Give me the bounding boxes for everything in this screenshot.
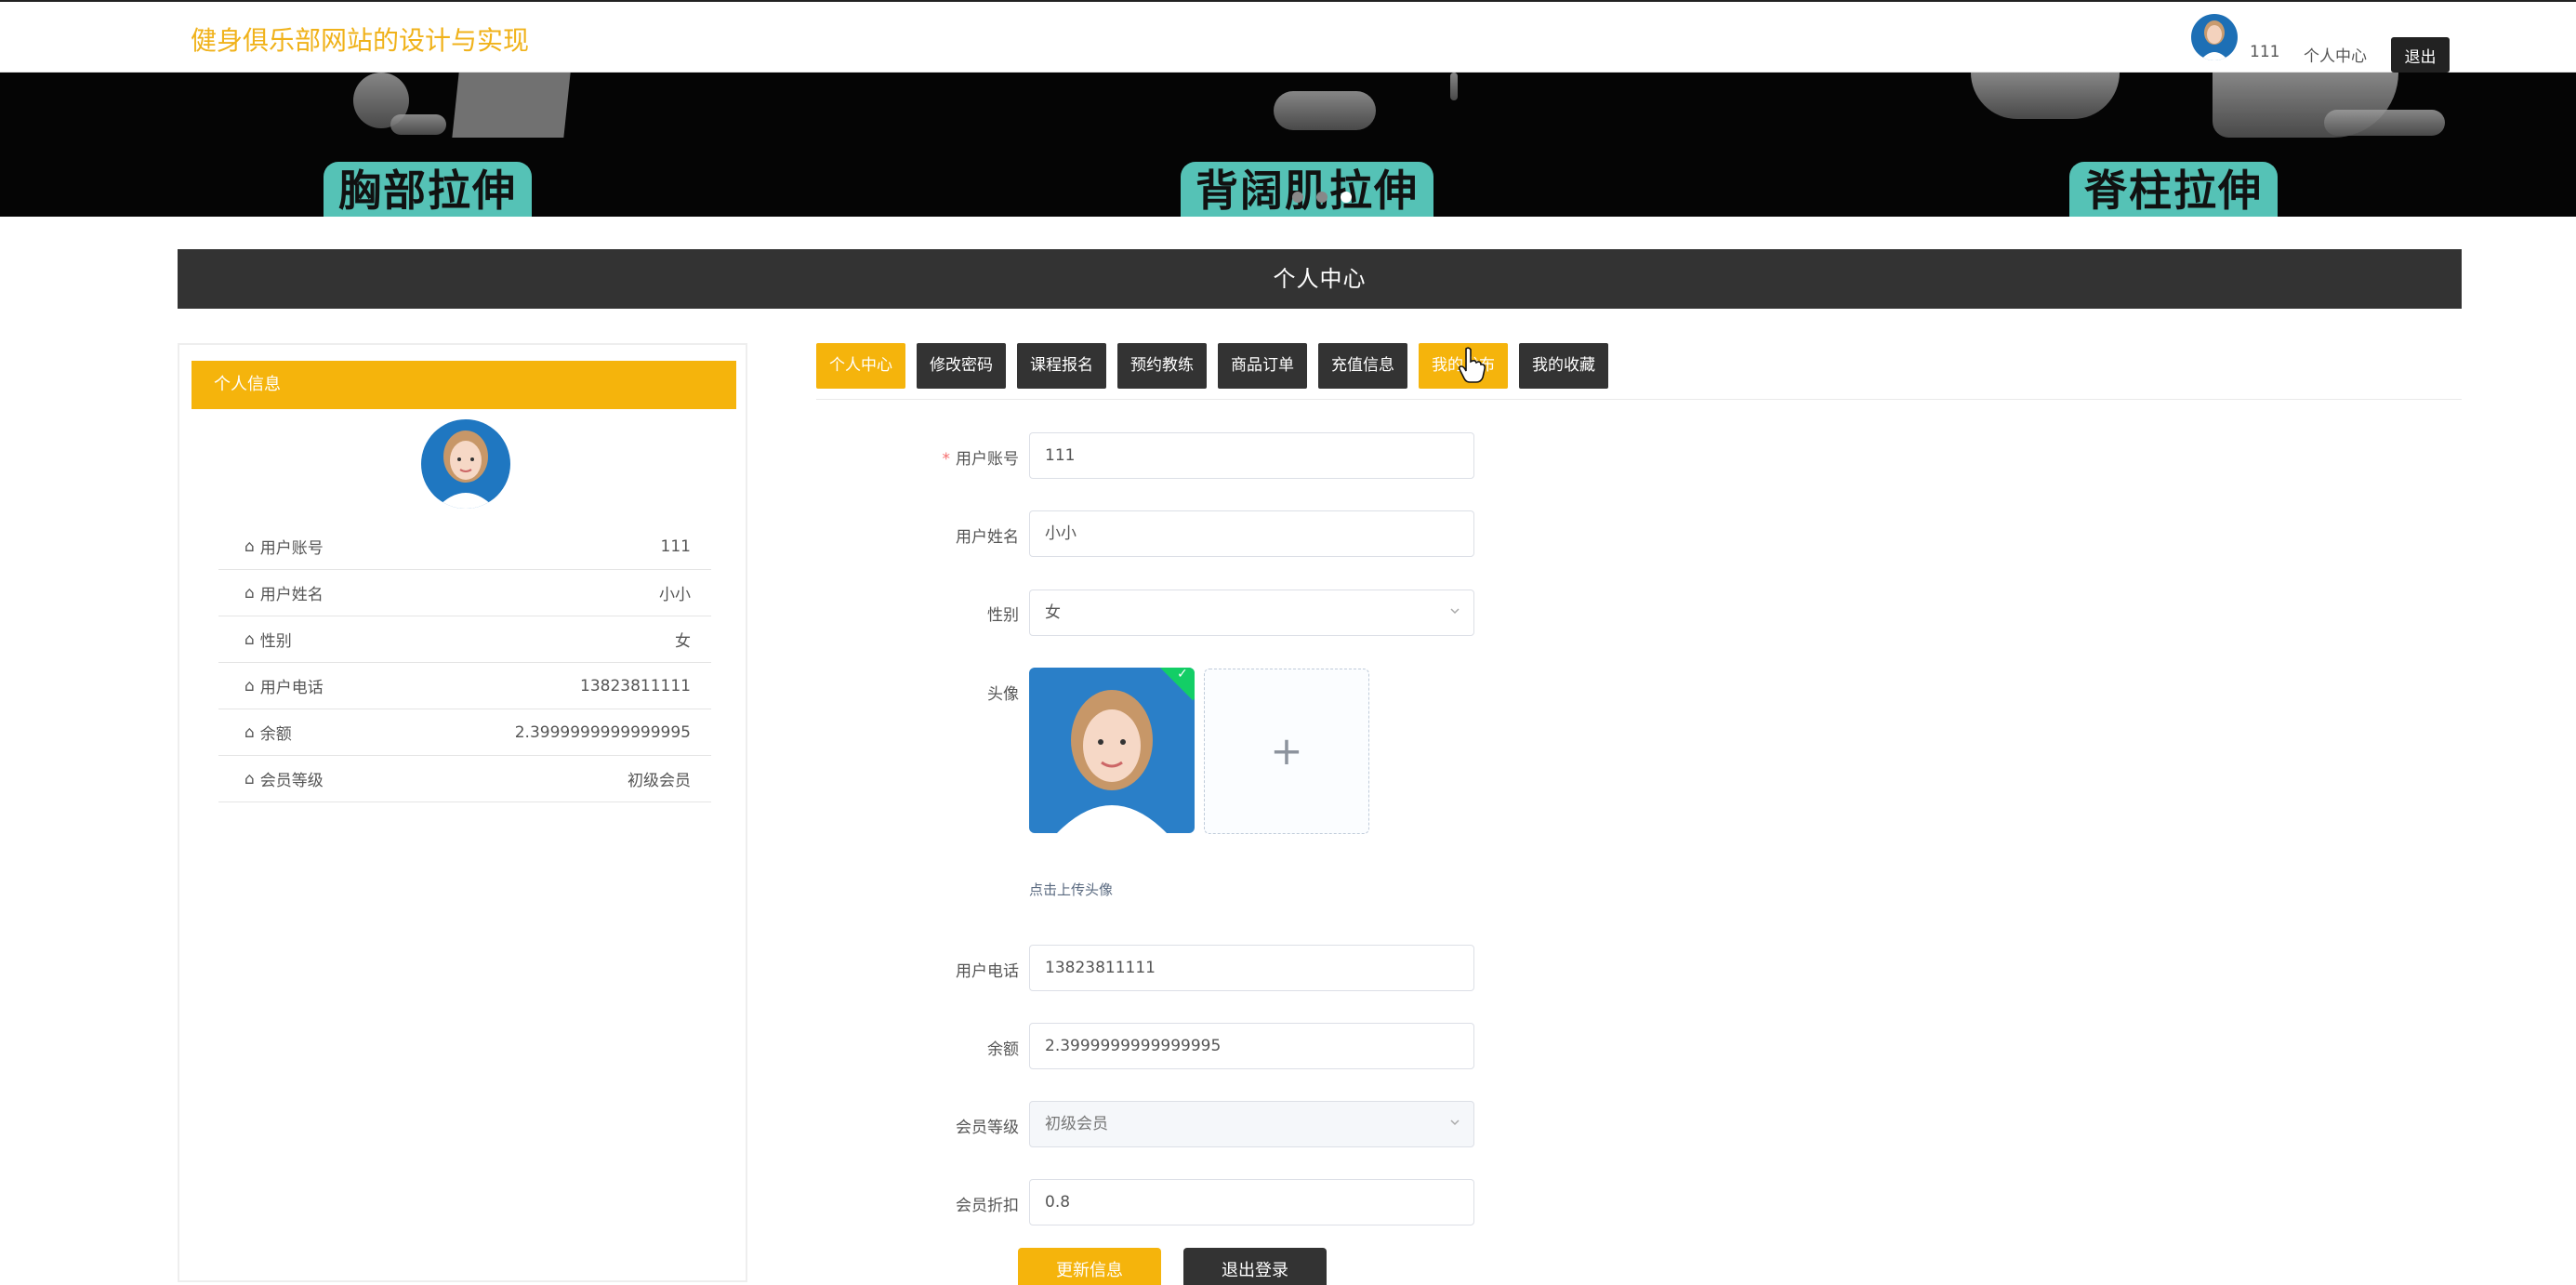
info-row-name: ⌂ 用户姓名 小小 [218, 570, 711, 616]
update-info-button[interactable]: 更新信息 [1018, 1248, 1161, 1285]
plus-icon: + [1270, 728, 1303, 774]
balance-label: 余额 [987, 1040, 1019, 1059]
avatar-label: 头像 [987, 685, 1019, 704]
account-label-text: 用户账号 [956, 450, 1019, 469]
sidebar-avatar [421, 419, 510, 509]
home-icon: ⌂ [244, 583, 255, 603]
gender-label: 性别 [987, 606, 1019, 625]
level-value: 初级会员 [1045, 1115, 1108, 1133]
banner-label-chest: 胸部拉伸 [324, 162, 532, 217]
discount-field[interactable]: 0.8 [1029, 1179, 1474, 1225]
level-label: 会员等级 [956, 1119, 1019, 1137]
home-icon: ⌂ [244, 676, 255, 695]
center-tabs: 个人中心 修改密码 课程报名 预约教练 商品订单 充值信息 我的发布 我的收藏 [816, 343, 1608, 389]
home-icon: ⌂ [244, 629, 255, 649]
account-label: * 用户账号 [814, 445, 1020, 469]
gender-value: 女 [1045, 603, 1061, 622]
hand-cursor-icon [1458, 347, 1486, 383]
info-label: 会员等级 [259, 772, 324, 790]
home-icon: ⌂ [244, 722, 255, 742]
info-row-gender: ⌂ 性别 女 [218, 616, 711, 663]
avatar-preview[interactable]: ✓ [1029, 668, 1195, 833]
name-field[interactable]: 小小 [1029, 510, 1474, 557]
info-value: 111 [660, 537, 691, 556]
banner-label-spine: 脊柱拉伸 [2069, 162, 2278, 217]
tab-recharge-info[interactable]: 充值信息 [1318, 343, 1407, 389]
info-value: 女 [675, 632, 691, 651]
profile-sidebar: 个人信息 ⌂ 用户账号 111 ⌂ 用户姓名 小小 ⌂ 性别 女 ⌂ 用户电话 1382… [178, 343, 747, 1282]
phone-field[interactable]: 13823811111 [1029, 945, 1474, 991]
info-value: 13823811111 [580, 676, 691, 695]
logout-button[interactable]: 退出 [2391, 37, 2450, 73]
discount-label: 会员折扣 [956, 1197, 1019, 1215]
level-select[interactable]: 初级会员 [1029, 1101, 1474, 1147]
carousel-dot[interactable] [1292, 192, 1303, 203]
banner-board [452, 73, 571, 138]
banner-figure [2324, 110, 2445, 136]
info-row-account: ⌂ 用户账号 111 [218, 523, 711, 570]
info-label: 余额 [259, 725, 292, 744]
banner-figure [1274, 91, 1376, 130]
banner-figure [390, 114, 446, 135]
personal-center-link[interactable]: 个人中心 [2304, 43, 2367, 66]
chevron-down-icon [1450, 1119, 1460, 1126]
info-label: 用户电话 [259, 679, 324, 697]
banner-figure [1450, 73, 1458, 100]
info-row-balance: ⌂ 余额 2.3999999999999995 [218, 709, 711, 756]
section-title-bar: 个人中心 [178, 249, 2462, 309]
top-navbar: 健身俱乐部网站的设计与实现 111 个人中心 退出 [0, 0, 2576, 73]
banner-figure [1971, 73, 2120, 119]
info-value: 初级会员 [627, 772, 691, 790]
banner-label-lats: 背阔肌拉伸 [1181, 162, 1433, 217]
home-icon: ⌂ [244, 537, 255, 556]
required-mark: * [942, 450, 951, 469]
tab-product-orders[interactable]: 商品订单 [1218, 343, 1307, 389]
info-label: 用户账号 [259, 539, 324, 558]
carousel-dot[interactable] [1316, 192, 1328, 203]
user-avatar[interactable] [2191, 14, 2238, 60]
chevron-down-icon [1450, 608, 1460, 615]
name-label: 用户姓名 [956, 528, 1019, 547]
info-label: 用户姓名 [259, 586, 324, 604]
top-username: 111 [2250, 43, 2280, 61]
tab-my-favorites[interactable]: 我的收藏 [1519, 343, 1608, 389]
tab-book-coach[interactable]: 预约教练 [1117, 343, 1207, 389]
phone-label: 用户电话 [956, 962, 1019, 981]
gender-select[interactable]: 女 [1029, 590, 1474, 636]
tabs-divider [816, 399, 2462, 400]
info-value: 小小 [659, 586, 691, 604]
account-field[interactable]: 111 [1029, 432, 1474, 479]
info-value: 2.3999999999999995 [514, 722, 691, 742]
info-label: 性别 [259, 632, 292, 651]
home-icon: ⌂ [244, 769, 255, 788]
avatar-upload-button[interactable]: + [1204, 669, 1369, 834]
site-title[interactable]: 健身俱乐部网站的设计与实现 [191, 20, 529, 58]
profile-info-list: ⌂ 用户账号 111 ⌂ 用户姓名 小小 ⌂ 性别 女 ⌂ 用户电话 138238111… [218, 523, 711, 802]
info-row-level: ⌂ 会员等级 初级会员 [218, 756, 711, 802]
check-icon: ✓ [1176, 668, 1188, 682]
carousel-dot-active[interactable] [1341, 192, 1352, 203]
info-row-phone: ⌂ 用户电话 13823811111 [218, 663, 711, 709]
tab-change-password[interactable]: 修改密码 [917, 343, 1006, 389]
sidebar-title: 个人信息 [192, 361, 736, 409]
carousel-dots [1292, 192, 1352, 203]
tab-course-signup[interactable]: 课程报名 [1017, 343, 1106, 389]
tab-personal-center[interactable]: 个人中心 [816, 343, 905, 389]
balance-field[interactable]: 2.3999999999999995 [1029, 1023, 1474, 1069]
avatar-upload-tip: 点击上传头像 [1029, 881, 1114, 898]
logout-account-button[interactable]: 退出登录 [1183, 1248, 1327, 1285]
banner-carousel[interactable]: 胸部拉伸 背阔肌拉伸 脊柱拉伸 [0, 73, 2576, 217]
